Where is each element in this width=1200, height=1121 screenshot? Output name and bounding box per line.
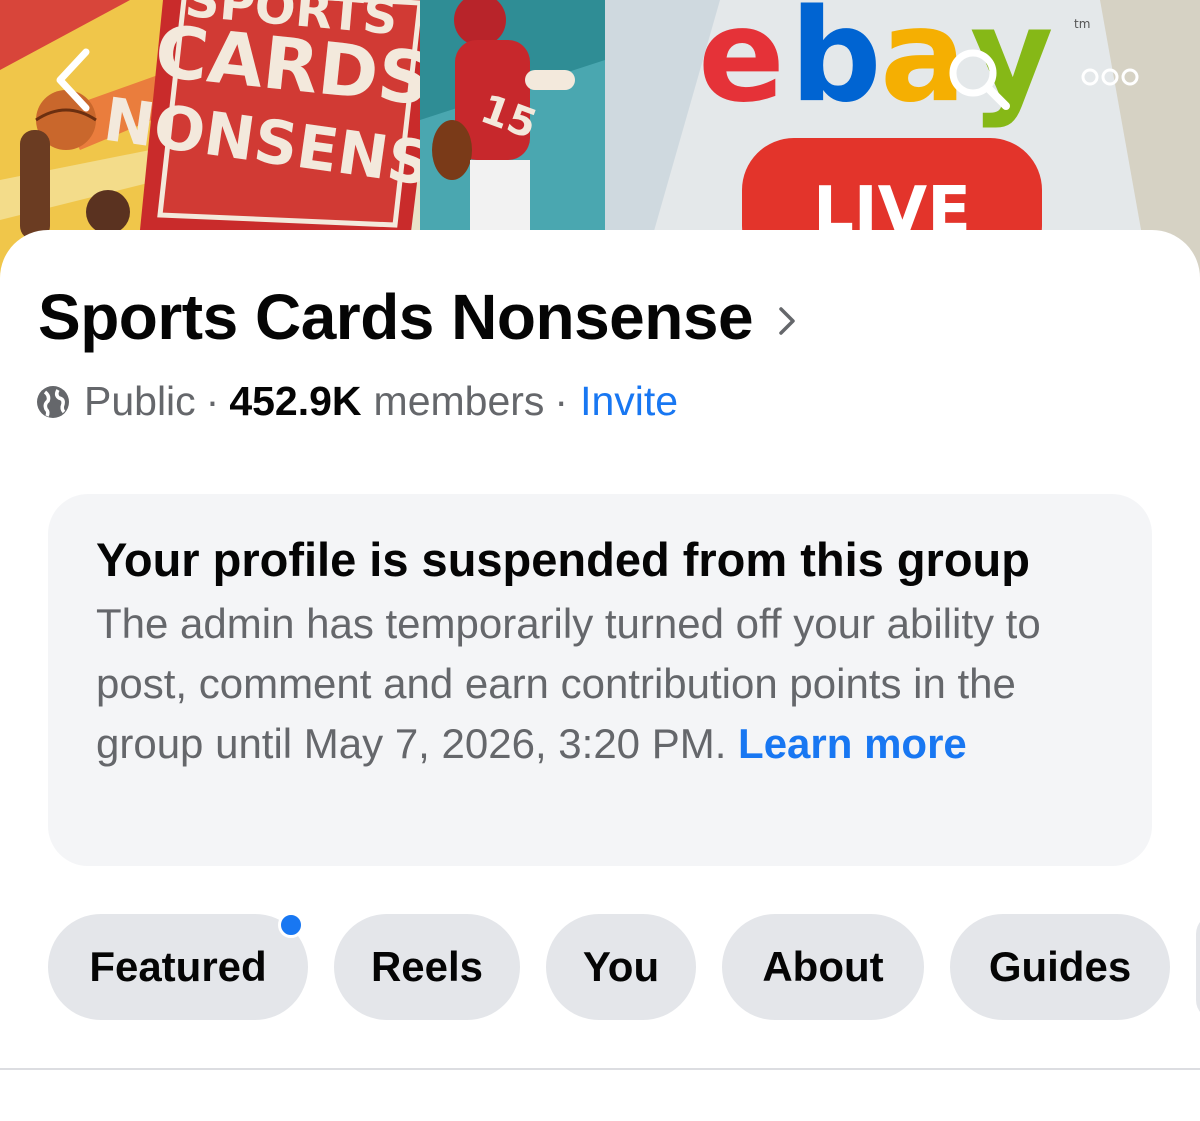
tab-guides[interactable]: Guides: [950, 914, 1170, 1020]
divider: [0, 1068, 1200, 1070]
notice-title: Your profile is suspended from this grou…: [96, 533, 1030, 586]
tab-label: Reels: [370, 943, 484, 990]
notice-body: The admin has temporarily turned off you…: [96, 594, 1106, 774]
tab-featured[interactable]: Featured: [48, 912, 308, 1020]
group-name-link[interactable]: Sports Cards Nonsense: [38, 280, 797, 354]
suspension-notice: Your profile is suspended from this grou…: [48, 494, 1152, 866]
group-tabs: Featured Reels You About Guides: [48, 912, 1200, 1020]
tab-about[interactable]: About: [722, 914, 924, 1020]
ebay-logo-e: e: [698, 0, 785, 131]
tab-next-partial[interactable]: [1196, 914, 1200, 1020]
tab-reels[interactable]: Reels: [334, 914, 520, 1020]
members-count: 452.9K: [229, 378, 362, 424]
chevron-left-icon: [56, 48, 90, 112]
members-label: members: [373, 378, 545, 424]
meta-separator: ·: [205, 378, 220, 424]
invite-link[interactable]: Invite: [580, 378, 678, 425]
learn-more-link[interactable]: Learn more: [738, 720, 967, 767]
tab-label: You: [582, 943, 660, 990]
privacy-label: Public: [84, 378, 196, 424]
group-name: Sports Cards Nonsense: [38, 281, 754, 353]
notification-dot: [278, 912, 304, 938]
search-icon: [949, 49, 1010, 110]
meta-separator: ·: [554, 378, 569, 424]
tab-label: Guides: [988, 943, 1132, 990]
tab-you[interactable]: You: [546, 914, 696, 1020]
more-options-button[interactable]: [1070, 55, 1150, 99]
group-info-sheet: Sports Cards Nonsense Public · 452.9K me…: [0, 230, 1200, 1121]
ebay-logo-b: b: [790, 0, 882, 131]
tab-label: About: [762, 943, 884, 990]
tab-label: Featured: [89, 943, 267, 990]
chevron-right-icon: [779, 307, 795, 335]
group-meta: Public · 452.9K members · Invite: [36, 378, 678, 425]
search-button[interactable]: [940, 40, 1020, 120]
globe-icon: [37, 385, 69, 418]
back-button[interactable]: [40, 40, 110, 120]
more-icon: [1081, 68, 1139, 86]
ebay-logo-tm: tm: [1074, 17, 1090, 31]
